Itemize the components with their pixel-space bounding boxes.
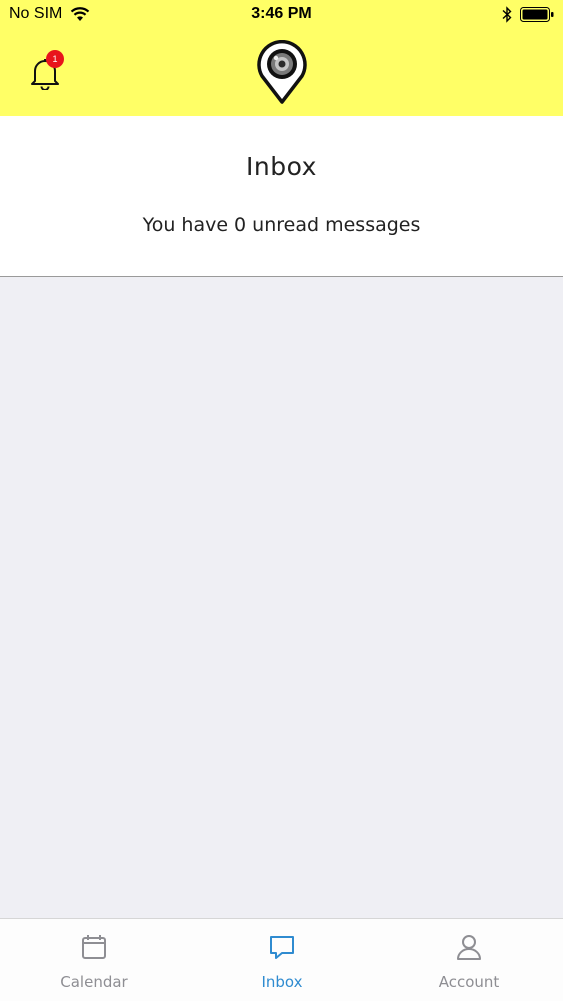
battery-icon [520, 7, 554, 22]
tab-account[interactable]: Account [375, 919, 563, 1001]
status-bar: No SIM 3:46 PM [0, 0, 563, 30]
notifications-button[interactable]: 1 [24, 48, 70, 94]
tab-inbox[interactable]: Inbox [188, 919, 376, 1001]
chat-bubble-icon [270, 936, 294, 959]
tab-inbox-label: Inbox [261, 973, 303, 991]
tab-calendar-label: Calendar [60, 973, 128, 991]
inbox-summary: Inbox You have 0 unread messages [0, 116, 563, 277]
tab-calendar[interactable]: Calendar [0, 919, 188, 1001]
person-icon [457, 935, 481, 960]
tab-bar: Calendar Inbox Account [0, 918, 563, 1001]
notification-badge: 1 [46, 50, 64, 68]
page-title: Inbox [246, 152, 317, 181]
status-time: 3:46 PM [251, 5, 312, 22]
unread-count-text: You have 0 unread messages [142, 214, 421, 236]
logo-icon [257, 40, 307, 104]
header-bar: No SIM 3:46 PM 1 [0, 0, 563, 116]
bluetooth-icon [502, 6, 512, 23]
tab-account-label: Account [438, 973, 500, 991]
message-list [0, 277, 563, 918]
calendar-icon [82, 935, 106, 959]
